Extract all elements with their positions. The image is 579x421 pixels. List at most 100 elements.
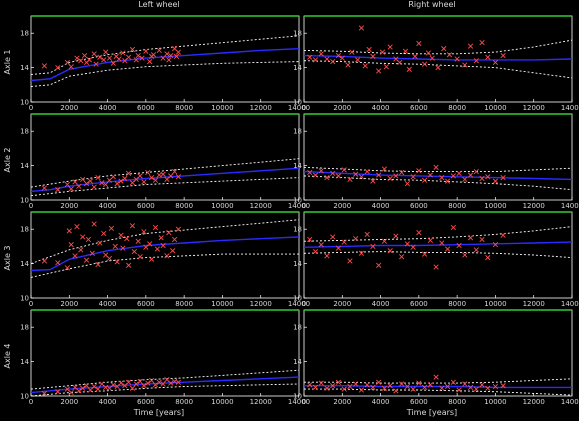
data-point [150, 52, 157, 58]
data-point [335, 173, 342, 179]
plot-area [31, 369, 299, 396]
data-point [446, 52, 453, 58]
panel-r3c2: 10 14 18 0 2000 4000 6000 8000 10000 12000 14000 [293, 211, 579, 308]
data-point [129, 385, 136, 391]
x-tick-label: 8000 [448, 202, 466, 210]
y-tick-label: 14 [20, 162, 29, 170]
x-tick-label: 6000 [410, 300, 428, 308]
y-tick-label: 14 [293, 358, 302, 366]
data-point [171, 236, 178, 243]
data-point [462, 252, 468, 258]
x-tick-label: 0 [29, 202, 33, 210]
x-tick-label: 12000 [250, 398, 272, 406]
data-point [312, 248, 319, 255]
data-point [97, 240, 103, 246]
data-point [441, 46, 447, 52]
x-tick-label: 10000 [211, 300, 233, 308]
data-point [354, 57, 361, 63]
plot-area [31, 35, 299, 87]
lower-interval-line [31, 61, 299, 87]
data-point [141, 229, 147, 235]
x-tick-label: 6000 [410, 104, 428, 112]
plot-area [31, 158, 299, 197]
y-tick-label: 18 [293, 30, 302, 38]
data-point [456, 387, 462, 393]
lower-interval-line [304, 60, 572, 79]
x-tick-label: 0 [29, 104, 33, 112]
data-point [444, 246, 451, 252]
x-tick-label: 8000 [448, 104, 466, 112]
upper-interval-line [304, 39, 572, 55]
column-title-left: Left wheel [138, 0, 179, 9]
x-tick-label: 2000 [333, 398, 351, 406]
data-point [175, 226, 182, 232]
data-point [500, 232, 506, 238]
x-tick-label: 10000 [484, 398, 506, 406]
y-tick-label: 10 [293, 295, 302, 303]
data-point [166, 230, 172, 236]
data-point [462, 381, 468, 387]
data-point [444, 178, 451, 184]
x-tick-label: 10000 [211, 104, 233, 112]
data-point [330, 58, 336, 65]
data-point [118, 380, 124, 386]
x-tick-label: 12000 [523, 300, 545, 308]
data-point [97, 54, 103, 60]
data-point [450, 379, 456, 385]
data-point [108, 225, 115, 231]
data-point [145, 380, 151, 386]
data-point [318, 380, 324, 386]
data-point [160, 171, 166, 177]
data-point [393, 388, 399, 394]
data-point [399, 381, 405, 387]
y-tick-label: 10 [20, 295, 29, 303]
data-point [462, 176, 468, 182]
data-point [126, 262, 132, 268]
panel-frame [303, 211, 573, 299]
trend-line [304, 170, 572, 181]
data-point [156, 47, 162, 54]
data-point [106, 255, 113, 262]
data-point [78, 247, 84, 253]
upper-interval-line [304, 226, 572, 242]
data-point [152, 224, 159, 231]
data-point [106, 55, 113, 61]
lower-interval-line [304, 251, 572, 259]
x-tick-label: 8000 [448, 398, 466, 406]
y-axis-label-axle-3: Axle 3 [3, 246, 12, 271]
x-tick-label: 4000 [372, 300, 390, 308]
data-point [376, 262, 382, 268]
y-tick-label: 18 [293, 324, 302, 332]
data-point [154, 246, 160, 252]
x-tick-label: 10000 [211, 398, 233, 406]
data-point [147, 58, 153, 65]
data-point [91, 51, 97, 57]
x-tick-label: 0 [302, 398, 306, 406]
panel-r3c1: 1014180 2000 4000 6000 8000 10000 12000 14000 [20, 211, 310, 308]
data-point [473, 58, 479, 64]
data-point [91, 221, 97, 227]
data-point [376, 68, 382, 74]
data-point [166, 57, 172, 63]
panel-layer: 1014180 2000 4000 6000 8000 10000 12000 1400010… [20, 15, 579, 406]
data-point [492, 178, 499, 184]
x-tick-label: 8000 [175, 398, 193, 406]
data-point [425, 50, 432, 56]
plot-area [304, 164, 572, 191]
data-point [103, 49, 109, 55]
data-point [410, 386, 416, 392]
x-tick-label: 0 [29, 300, 33, 308]
data-point [124, 236, 130, 242]
data-point [433, 374, 439, 380]
data-point [366, 46, 372, 53]
data-point [101, 57, 107, 63]
panel-frame [30, 15, 300, 103]
x-tick-label: 12000 [250, 104, 272, 112]
data-point [341, 167, 347, 173]
data-point [387, 44, 393, 50]
x-tick-label: 10000 [484, 300, 506, 308]
panel-r2c1: 1014180 2000 4000 6000 8000 10000 12000 14000 [20, 113, 310, 210]
data-point [175, 49, 182, 55]
data-point [129, 223, 136, 229]
data-point [479, 40, 485, 46]
